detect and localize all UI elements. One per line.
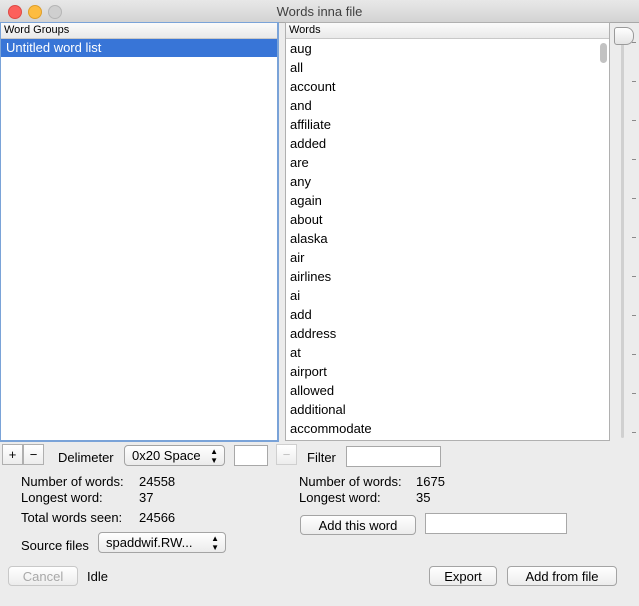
cancel-button[interactable]: Cancel xyxy=(8,566,78,586)
word-item[interactable]: airlines xyxy=(286,267,593,286)
remove-word-button[interactable]: − xyxy=(276,444,297,465)
word-item[interactable]: and xyxy=(286,96,593,115)
app-window: Words inna file Word Groups Untitled wor… xyxy=(0,0,639,606)
add-group-button[interactable]: + xyxy=(2,444,23,465)
popup-arrows-icon: ▲ ▼ xyxy=(211,534,219,552)
word-item[interactable]: add xyxy=(286,305,593,324)
word-item[interactable]: air xyxy=(286,248,593,267)
slider-tick xyxy=(632,120,636,121)
left-num-words-label: Number of words: xyxy=(21,474,124,489)
word-item[interactable]: account xyxy=(286,77,593,96)
delimiter-value: 0x20 Space xyxy=(132,448,201,463)
right-longest-label: Longest word: xyxy=(299,490,381,505)
word-item[interactable]: airport xyxy=(286,362,593,381)
add-word-input[interactable] xyxy=(425,513,567,534)
title-bar[interactable]: Words inna file xyxy=(0,0,639,23)
word-item[interactable]: any xyxy=(286,172,593,191)
vertical-slider-thumb[interactable] xyxy=(614,27,634,45)
total-words-label: Total words seen: xyxy=(21,510,123,525)
word-item[interactable]: aug xyxy=(286,39,593,58)
vertical-slider-track[interactable] xyxy=(621,38,624,438)
delimiter-label: Delimeter xyxy=(58,450,114,465)
slider-tick xyxy=(632,393,636,394)
words-header[interactable]: Words xyxy=(286,23,609,39)
slider-tick xyxy=(632,354,636,355)
filter-label: Filter xyxy=(307,450,336,465)
source-files-select[interactable]: spaddwif.RW... ▲ ▼ xyxy=(98,532,226,553)
slider-tick xyxy=(632,237,636,238)
word-groups-header[interactable]: Word Groups xyxy=(1,23,277,39)
delimiter-custom-input[interactable] xyxy=(234,445,268,466)
word-item[interactable]: additional xyxy=(286,400,593,419)
word-item[interactable]: again xyxy=(286,191,593,210)
word-item[interactable]: are xyxy=(286,153,593,172)
word-item[interactable]: alaska xyxy=(286,229,593,248)
word-item[interactable]: allowed xyxy=(286,381,593,400)
words-scrollbar[interactable] xyxy=(600,43,607,63)
export-button[interactable]: Export xyxy=(429,566,497,586)
word-item[interactable]: address xyxy=(286,324,593,343)
word-item[interactable]: ai xyxy=(286,286,593,305)
word-item[interactable]: affiliate xyxy=(286,115,593,134)
slider-tick xyxy=(632,159,636,160)
words-rows: aug all account and affiliate added are any agai… xyxy=(286,39,593,438)
filter-input[interactable] xyxy=(346,446,441,467)
words-list[interactable]: Words aug all account and affiliate added are a… xyxy=(285,22,610,441)
add-this-word-button[interactable]: Add this word xyxy=(300,515,416,535)
remove-group-button[interactable]: − xyxy=(23,444,44,465)
word-item[interactable]: all xyxy=(286,58,593,77)
word-item[interactable]: at xyxy=(286,343,593,362)
right-num-words-value: 1675 xyxy=(416,474,445,489)
left-longest-value: 37 xyxy=(139,490,154,505)
slider-tick xyxy=(632,42,636,43)
slider-tick xyxy=(632,432,636,433)
slider-tick xyxy=(632,198,636,199)
word-groups-list[interactable]: Word Groups Untitled word list xyxy=(0,22,279,442)
slider-tick xyxy=(632,315,636,316)
left-num-words-value: 24558 xyxy=(139,474,176,489)
total-words-value: 24566 xyxy=(139,510,176,525)
right-num-words-label: Number of words: xyxy=(299,474,402,489)
word-item[interactable]: added xyxy=(286,134,593,153)
right-longest-value: 35 xyxy=(416,490,431,505)
word-item[interactable]: about xyxy=(286,210,593,229)
window-title: Words inna file xyxy=(276,4,363,19)
group-item[interactable]: Untitled word list xyxy=(1,39,277,57)
status-text: Idle xyxy=(87,569,108,584)
source-files-label: Source files xyxy=(21,538,89,553)
delimiter-select[interactable]: 0x20 Space ▲ ▼ xyxy=(124,445,225,466)
slider-tick xyxy=(632,276,636,277)
source-files-value: spaddwif.RW... xyxy=(106,535,193,550)
popup-arrows-icon: ▲ ▼ xyxy=(210,447,218,465)
word-item[interactable]: accommodate xyxy=(286,419,593,438)
add-from-file-button[interactable]: Add from file xyxy=(507,566,617,586)
slider-tick xyxy=(632,81,636,82)
left-longest-label: Longest word: xyxy=(21,490,103,505)
